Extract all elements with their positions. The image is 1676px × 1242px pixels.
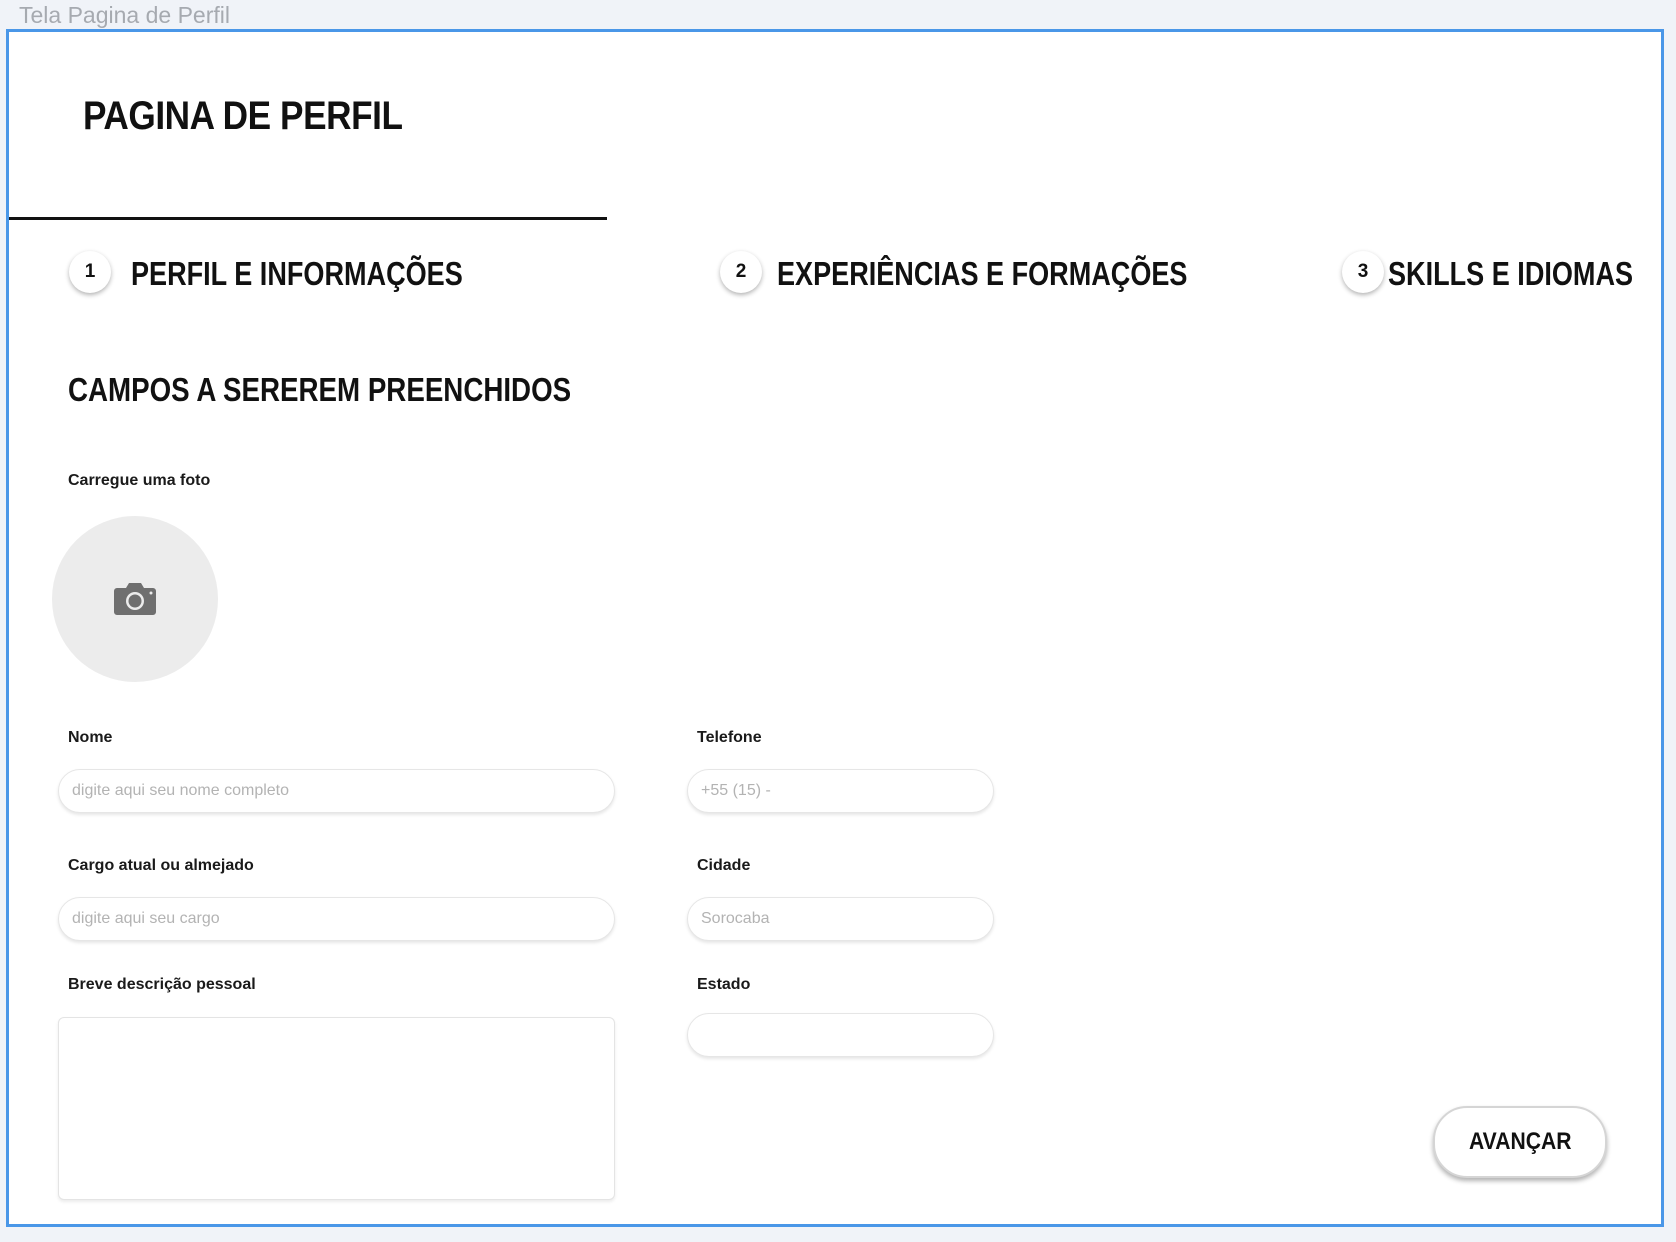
section-title: CAMPOS A SEREREM PREENCHIDOS [68, 371, 572, 408]
step-2-number: 2 [720, 251, 762, 293]
photo-upload[interactable] [52, 516, 218, 682]
step-1[interactable]: 1 PERFIL E INFORMAÇÕES [69, 251, 569, 301]
page-title: PAGINA DE PERFIL [83, 94, 403, 138]
nome-input[interactable] [58, 769, 615, 813]
descricao-textarea[interactable] [58, 1017, 615, 1200]
step-2-label: EXPERIÊNCIAS E FORMAÇÕES [777, 255, 1188, 292]
profile-page-frame: PAGINA DE PERFIL 1 PERFIL E INFORMAÇÕES … [6, 29, 1664, 1227]
step-1-label: PERFIL E INFORMAÇÕES [131, 255, 463, 292]
telefone-input[interactable] [687, 769, 994, 813]
cidade-input[interactable] [687, 897, 994, 941]
step-2[interactable]: 2 EXPERIÊNCIAS E FORMAÇÕES [720, 251, 1220, 301]
cidade-label: Cidade [697, 857, 751, 874]
descricao-label: Breve descrição pessoal [68, 976, 256, 993]
cargo-input[interactable] [58, 897, 615, 941]
telefone-label: Telefone [697, 729, 762, 746]
nome-label: Nome [68, 729, 113, 746]
step-3[interactable]: 3 SKILLS E IDIOMAS [1342, 251, 1642, 301]
step-1-number: 1 [69, 251, 111, 293]
avancar-button[interactable]: AVANÇAR [1433, 1106, 1607, 1178]
camera-icon [114, 583, 156, 615]
photo-label: Carregue uma foto [68, 472, 211, 489]
step-3-label: SKILLS E IDIOMAS [1388, 255, 1634, 292]
estado-input[interactable] [687, 1013, 994, 1057]
avancar-button-label: AVANÇAR [1468, 1128, 1572, 1155]
cargo-label: Cargo atual ou almejado [68, 857, 254, 874]
estado-label: Estado [697, 976, 751, 993]
step-3-number: 3 [1342, 251, 1384, 293]
step-progress-bar [9, 217, 607, 220]
frame-label: Tela Pagina de Perfil [19, 2, 230, 28]
